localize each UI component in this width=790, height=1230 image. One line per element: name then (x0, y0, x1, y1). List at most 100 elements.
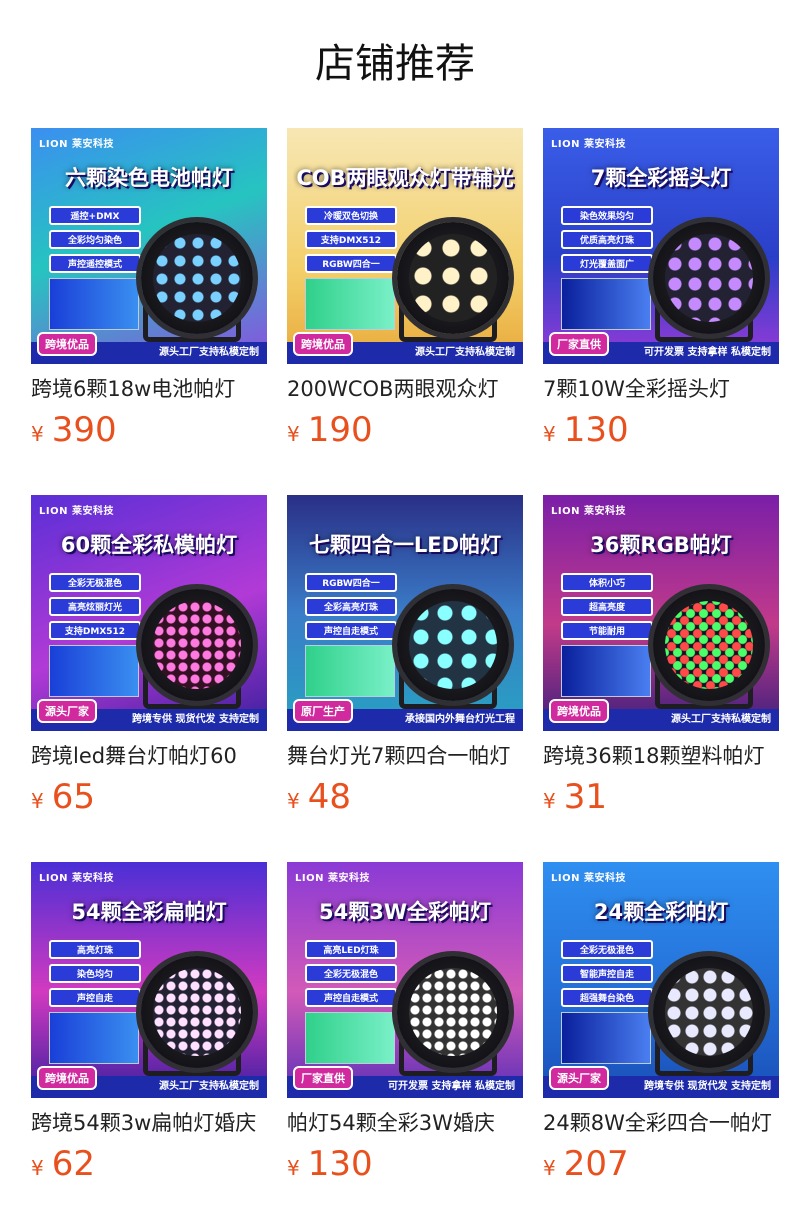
feature-tags: 高亮灯珠染色均匀声控自走 (49, 940, 141, 1012)
product-price: ¥31 (543, 775, 779, 819)
feature-tag: 冷暖双色切换 (305, 206, 397, 225)
price-amount: 48 (307, 777, 351, 817)
feature-tag: 全彩均匀染色 (49, 230, 141, 249)
seller-badge: 厂家直供 (549, 332, 609, 356)
product-image[interactable]: LION 莱安科技 24颗全彩帕灯 全彩无极混色 智能声控自走 超强舞台染色 跨境专… (543, 862, 779, 1098)
product-card[interactable]: LION 莱安科技 54颗全彩扁帕灯 高亮灯珠 染色均匀 声控自走 源头工厂支持私模… (31, 862, 267, 1186)
seller-badge: 跨境优品 (293, 332, 353, 356)
product-card[interactable]: 七颗四合一LED帕灯 RGBW四合一 全彩高亮灯珠 声控自走模式 承接国内外舞台灯光… (287, 495, 523, 819)
image-headline: 54颗全彩扁帕灯 (71, 900, 227, 924)
image-headline: 60颗全彩私模帕灯 (60, 533, 238, 557)
feature-tag: 遥控+DMX (49, 206, 141, 225)
brand-logo: LION 莱安科技 (551, 139, 626, 150)
feature-tag: 支持DMX512 (305, 230, 397, 249)
feature-tag: 优质高亮灯珠 (561, 230, 653, 249)
image-headline: 六颗染色电池帕灯 (65, 166, 233, 190)
led-array-icon (409, 601, 497, 689)
product-price: ¥190 (287, 408, 523, 452)
price-amount: 62 (51, 1144, 95, 1184)
product-price: ¥130 (543, 408, 779, 452)
seller-badge: 源头厂家 (37, 699, 97, 723)
product-card[interactable]: LION 莱安科技 60颗全彩私模帕灯 全彩无极混色 高亮炫丽灯光 支持DMX512… (31, 495, 267, 819)
product-card[interactable]: COB两眼观众灯带辅光 冷暖双色切换 支持DMX512 RGBW四合一 源头工厂支持… (287, 128, 523, 452)
led-array-icon (665, 601, 753, 689)
feature-tags: 全彩无极混色 智能声控自走 超强舞台染色 (561, 940, 653, 1012)
light-effect-preview (305, 645, 395, 697)
currency-symbol: ¥ (31, 1156, 44, 1180)
image-headline: 54颗3W全彩帕灯 (319, 900, 491, 924)
feature-tag: RGBW四合一 (305, 254, 397, 273)
product-price: ¥62 (31, 1142, 267, 1186)
led-array-icon (409, 968, 497, 1056)
product-card[interactable]: LION 莱安科技 7颗全彩摇头灯 染色效果均匀 优质高亮灯珠 灯光覆盖面广 可开发… (543, 128, 779, 452)
light-effect-preview (49, 1012, 139, 1064)
product-name[interactable]: 跨境led舞台灯帕灯60 (31, 741, 267, 771)
brand-logo: LION 莱安科技 (39, 873, 114, 884)
feature-tag: 染色效果均匀 (561, 206, 653, 225)
product-name[interactable]: 帕灯54颗全彩3W婚庆 (287, 1108, 523, 1138)
product-name[interactable]: 24颗8W全彩四合一帕灯 (543, 1108, 779, 1138)
currency-symbol: ¥ (543, 422, 556, 446)
product-image[interactable]: LION 莱安科技 60颗全彩私模帕灯 全彩无极混色 高亮炫丽灯光 支持DMX512… (31, 495, 267, 731)
feature-tag: 声控自走 (49, 988, 141, 1007)
seller-badge: 原厂生产 (293, 699, 353, 723)
product-card[interactable]: LION 莱安科技 六颗染色电池帕灯 遥控+DMX 全彩均匀染色 声控遥控模式 源头… (31, 128, 267, 452)
brand-logo: LION 莱安科技 (39, 139, 114, 150)
feature-tag: 超高亮度 (561, 597, 653, 616)
feature-tag: 高亮灯珠 (49, 940, 141, 959)
product-name[interactable]: 跨境6颗18w电池帕灯 (31, 374, 267, 404)
currency-symbol: ¥ (287, 422, 300, 446)
feature-tag: 高亮LED灯珠 (305, 940, 397, 959)
light-effect-preview (561, 645, 651, 697)
product-name[interactable]: 跨境54颗3w扁帕灯婚庆 (31, 1108, 267, 1138)
seller-badge: 源头厂家 (549, 1066, 609, 1090)
light-effect-preview (305, 1012, 395, 1064)
brand-logo: LION 莱安科技 (295, 873, 370, 884)
product-name[interactable]: 跨境36颗18颗塑料帕灯 (543, 741, 779, 771)
product-card[interactable]: LION 莱安科技 54颗3W全彩帕灯 高亮LED灯珠 全彩无极混色 声控自走模式 … (287, 862, 523, 1186)
product-price: ¥130 (287, 1142, 523, 1186)
feature-tag: 支持DMX512 (49, 621, 141, 640)
product-name[interactable]: 舞台灯光7颗四合一帕灯 (287, 741, 523, 771)
feature-tags: 遥控+DMX 全彩均匀染色 声控遥控模式 (49, 206, 141, 278)
feature-tag: 染色均匀 (49, 964, 141, 983)
feature-tags: 高亮LED灯珠 全彩无极混色 声控自走模式 (305, 940, 397, 1012)
seller-badge: 跨境优品 (549, 699, 609, 723)
feature-tag: 智能声控自走 (561, 964, 653, 983)
feature-tags: 冷暖双色切换 支持DMX512 RGBW四合一 (305, 206, 397, 278)
product-name[interactable]: 7颗10W全彩摇头灯 (543, 374, 779, 404)
product-image[interactable]: LION 莱安科技 7颗全彩摇头灯 染色效果均匀 优质高亮灯珠 灯光覆盖面广 可开发… (543, 128, 779, 364)
product-image[interactable]: 七颗四合一LED帕灯 RGBW四合一 全彩高亮灯珠 声控自走模式 承接国内外舞台灯光… (287, 495, 523, 731)
product-image[interactable]: COB两眼观众灯带辅光 冷暖双色切换 支持DMX512 RGBW四合一 源头工厂支持… (287, 128, 523, 364)
product-image[interactable]: LION 莱安科技 六颗染色电池帕灯 遥控+DMX 全彩均匀染色 声控遥控模式 源头… (31, 128, 267, 364)
feature-tags: 全彩无极混色 高亮炫丽灯光 支持DMX512 (49, 573, 141, 645)
product-price: ¥65 (31, 775, 267, 819)
par-light-cyan-icon (397, 589, 509, 701)
price-amount: 130 (563, 410, 629, 450)
product-image[interactable]: LION 莱安科技 36颗RGB帕灯 体积小巧 超高亮度 节能耐用 源头工厂支持私模… (543, 495, 779, 731)
cob-audience-blinder-icon (397, 222, 509, 334)
product-grid: LION 莱安科技 六颗染色电池帕灯 遥控+DMX 全彩均匀染色 声控遥控模式 源头… (0, 0, 790, 1230)
led-array-icon (153, 234, 241, 322)
price-amount: 65 (51, 777, 95, 817)
led-array-icon (153, 968, 241, 1056)
product-image[interactable]: LION 莱安科技 54颗3W全彩帕灯 高亮LED灯珠 全彩无极混色 声控自走模式 … (287, 862, 523, 1098)
product-image[interactable]: LION 莱安科技 54颗全彩扁帕灯 高亮灯珠 染色均匀 声控自走 源头工厂支持私模… (31, 862, 267, 1098)
par-light-pink-icon (141, 589, 253, 701)
feature-tag: RGBW四合一 (305, 573, 397, 592)
product-price: ¥48 (287, 775, 523, 819)
image-headline: 24颗全彩帕灯 (593, 900, 729, 924)
feature-tag: 灯光覆盖面广 (561, 254, 653, 273)
feature-tags: RGBW四合一 全彩高亮灯珠 声控自走模式 (305, 573, 397, 645)
price-amount: 31 (563, 777, 607, 817)
seller-badge: 厂家直供 (293, 1066, 353, 1090)
led-array-icon (665, 968, 753, 1056)
product-name[interactable]: 200WCOB两眼观众灯 (287, 374, 523, 404)
product-card[interactable]: LION 莱安科技 36颗RGB帕灯 体积小巧 超高亮度 节能耐用 源头工厂支持私模… (543, 495, 779, 819)
price-amount: 190 (307, 410, 373, 450)
seller-badge: 跨境优品 (37, 332, 97, 356)
image-headline: COB两眼观众灯带辅光 (296, 166, 514, 190)
brand-logo: LION 莱安科技 (551, 506, 626, 517)
image-headline: 七颗四合一LED帕灯 (308, 533, 502, 557)
product-card[interactable]: LION 莱安科技 24颗全彩帕灯 全彩无极混色 智能声控自走 超强舞台染色 跨境专… (543, 862, 779, 1186)
